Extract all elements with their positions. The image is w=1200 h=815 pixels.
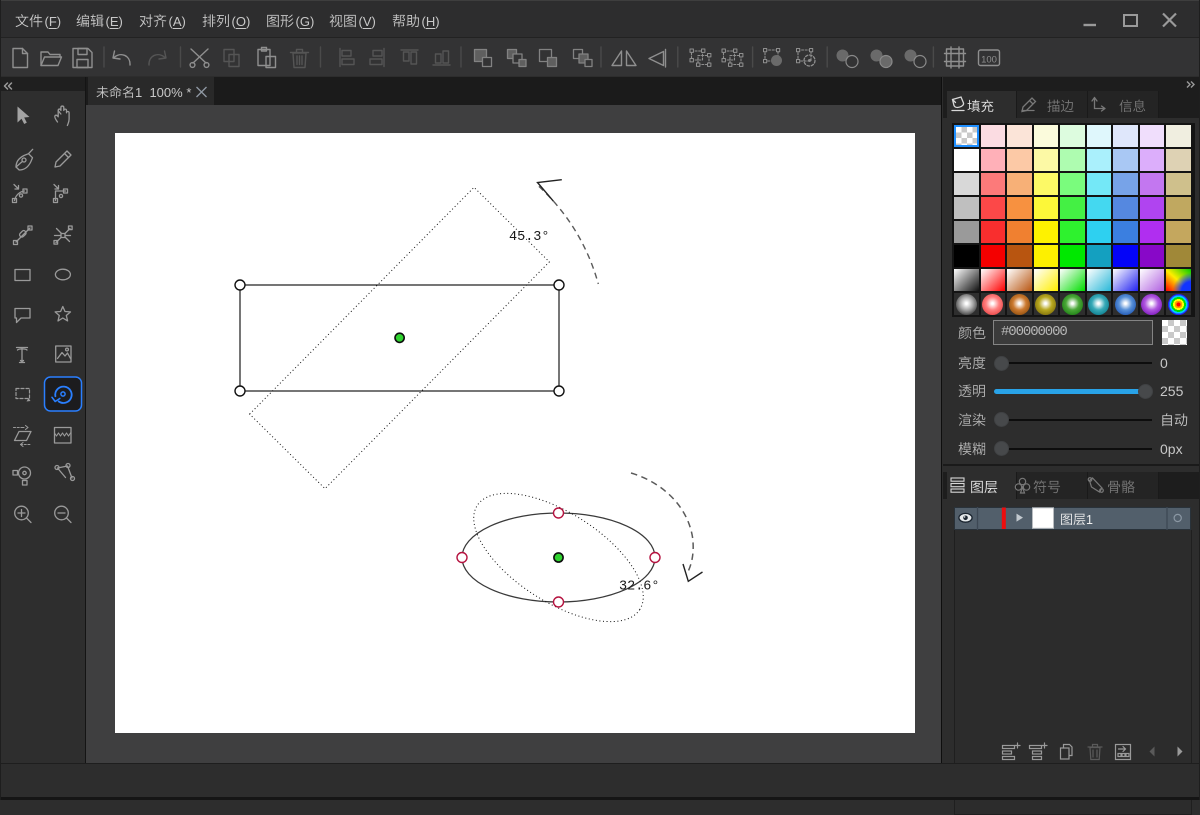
- svg-text:0: 0: [1160, 355, 1168, 371]
- svg-text:(F): (F): [45, 14, 62, 29]
- svg-text:(V): (V): [359, 14, 376, 29]
- svg-text:0px: 0px: [1160, 441, 1183, 457]
- svg-text:(H): (H): [422, 14, 440, 29]
- svg-text:(E): (E): [106, 14, 123, 29]
- svg-text:(A): (A): [169, 14, 186, 29]
- svg-text:45.3°: 45.3°: [509, 230, 550, 245]
- svg-text:(O): (O): [232, 14, 251, 29]
- svg-text:(G): (G): [296, 14, 315, 29]
- svg-text:100: 100: [981, 55, 997, 66]
- svg-text:1: 1: [1086, 513, 1093, 527]
- svg-text:1 100% *: 1 100% *: [135, 85, 191, 100]
- svg-text:255: 255: [1160, 383, 1184, 399]
- svg-text:32.6°: 32.6°: [619, 580, 660, 595]
